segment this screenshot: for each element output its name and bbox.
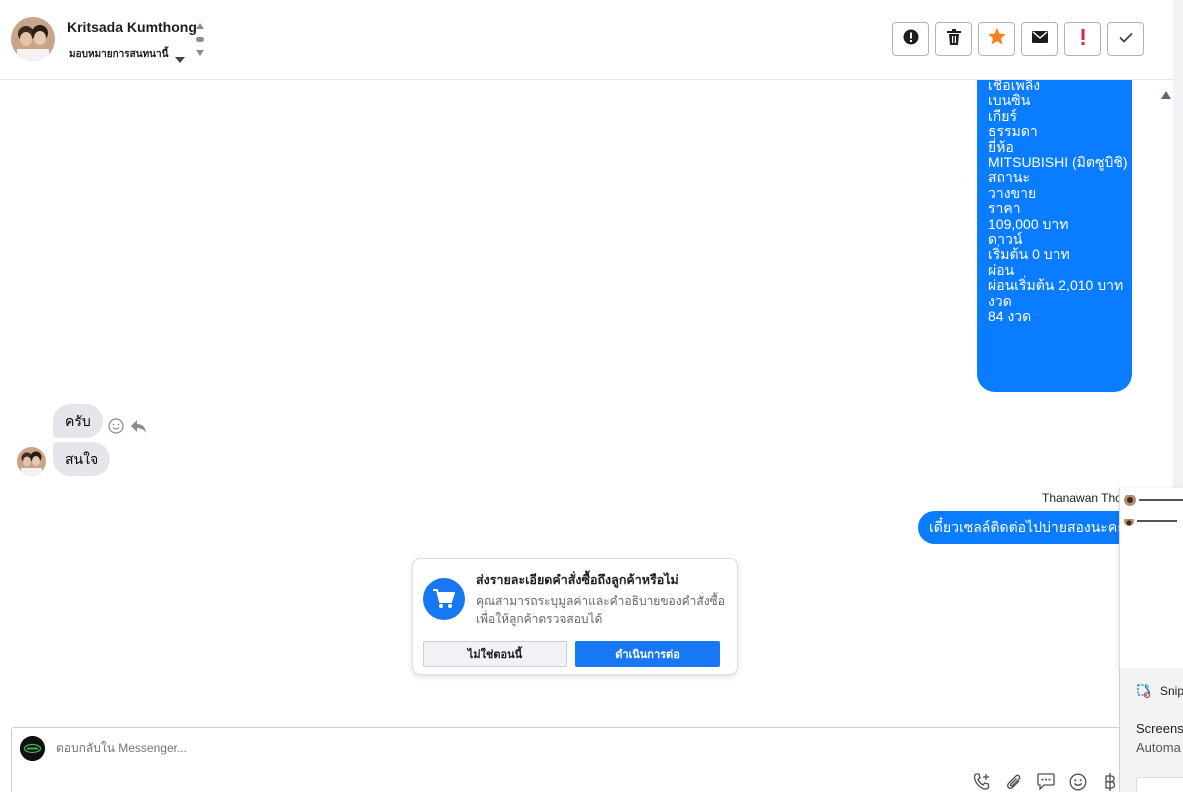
follow-up-button[interactable] bbox=[1064, 22, 1101, 56]
contact-avatar-small bbox=[17, 447, 46, 476]
emoji-icon[interactable] bbox=[1068, 772, 1087, 791]
outgoing-sender-name: Thanawan Tho bbox=[1042, 491, 1122, 505]
incoming-message[interactable]: สนใจ bbox=[53, 442, 111, 476]
page-avatar bbox=[20, 736, 45, 761]
attachment-icon[interactable] bbox=[1004, 772, 1023, 791]
check-icon bbox=[1118, 30, 1133, 48]
vehicle-details-message: เชื้อเพลิง เบนซิน เกียร์ ธรรมดา ยี่ห้อ M… bbox=[977, 80, 1132, 392]
exclamation-icon bbox=[1081, 28, 1085, 50]
mail-icon bbox=[1031, 30, 1048, 48]
notification-row bbox=[1124, 516, 1177, 526]
snip-app-name: Snip bbox=[1160, 684, 1183, 698]
conversation-nav-arrows[interactable] bbox=[194, 20, 206, 60]
outgoing-message[interactable]: เดี๋ยวเซลล์ติดต่อไปบ่ายสองนะคะ bbox=[918, 511, 1128, 544]
mark-unread-button[interactable] bbox=[1021, 22, 1058, 56]
star-icon bbox=[987, 28, 1006, 50]
not-now-button[interactable]: ไม่ใช่ตอนนี้ bbox=[423, 641, 567, 667]
composer-toolbar bbox=[972, 772, 1119, 791]
snip-notification[interactable]: Snip Screens Automa bbox=[1119, 668, 1183, 792]
done-button[interactable] bbox=[1107, 22, 1144, 56]
avatar bbox=[1124, 516, 1134, 526]
inbox-conversation-view: Kritsada Kumthong มอบหมายการสนทนานี้ เชื… bbox=[0, 0, 1183, 792]
alert-circle-icon bbox=[903, 29, 919, 50]
reply-icon[interactable] bbox=[130, 418, 147, 439]
delete-button[interactable] bbox=[935, 22, 972, 56]
avatar bbox=[1124, 494, 1136, 506]
spam-button[interactable] bbox=[892, 22, 929, 56]
reply-input[interactable] bbox=[56, 741, 656, 755]
order-prompt-description: คุณสามารถระบุมูลค่าและคำอธิบายของคำสั่งซ… bbox=[476, 594, 725, 626]
saved-reply-icon[interactable] bbox=[1036, 772, 1055, 791]
contact-avatar[interactable] bbox=[11, 17, 55, 61]
notification-text-line bbox=[1139, 499, 1183, 501]
notification-text-line bbox=[1137, 520, 1177, 522]
smiley-icon[interactable] bbox=[108, 418, 124, 439]
chevron-down-icon[interactable] bbox=[175, 50, 185, 68]
notification-popup[interactable] bbox=[1119, 488, 1183, 670]
snip-notification-body: Automa bbox=[1136, 740, 1181, 755]
baht-payment-icon[interactable] bbox=[1100, 772, 1119, 791]
message-actions bbox=[108, 418, 147, 439]
conversation-actions bbox=[892, 22, 1144, 56]
call-add-icon[interactable] bbox=[972, 772, 991, 791]
scroll-up-icon[interactable] bbox=[1161, 86, 1171, 104]
send-order-prompt-card: ส่งรายละเอียดคำสั่งซื้อถึงลูกค้าหรือไม่ … bbox=[412, 558, 738, 675]
notification-row bbox=[1124, 494, 1183, 506]
scissors-icon bbox=[1137, 683, 1153, 704]
snip-notification-title: Screens bbox=[1136, 721, 1183, 736]
star-button[interactable] bbox=[978, 22, 1015, 56]
assign-conversation-label[interactable]: มอบหมายการสนทนานี้ bbox=[69, 47, 168, 62]
conversation-header: Kritsada Kumthong มอบหมายการสนทนานี้ bbox=[0, 0, 1173, 80]
page-scrollbar[interactable] bbox=[1173, 0, 1183, 500]
message-composer bbox=[11, 727, 1135, 792]
order-prompt-title: ส่งรายละเอียดคำสั่งซื้อถึงลูกค้าหรือไม่ bbox=[476, 573, 679, 587]
details-line: 84 งวด bbox=[988, 308, 1032, 325]
contact-name[interactable]: Kritsada Kumthong bbox=[67, 19, 197, 35]
snip-preview-thumbnail[interactable] bbox=[1136, 777, 1183, 792]
trash-icon bbox=[946, 28, 961, 50]
incoming-message[interactable]: ครับ bbox=[53, 404, 103, 438]
proceed-button[interactable]: ดำเนินการต่อ bbox=[575, 641, 720, 667]
shopping-cart-icon bbox=[423, 578, 465, 620]
